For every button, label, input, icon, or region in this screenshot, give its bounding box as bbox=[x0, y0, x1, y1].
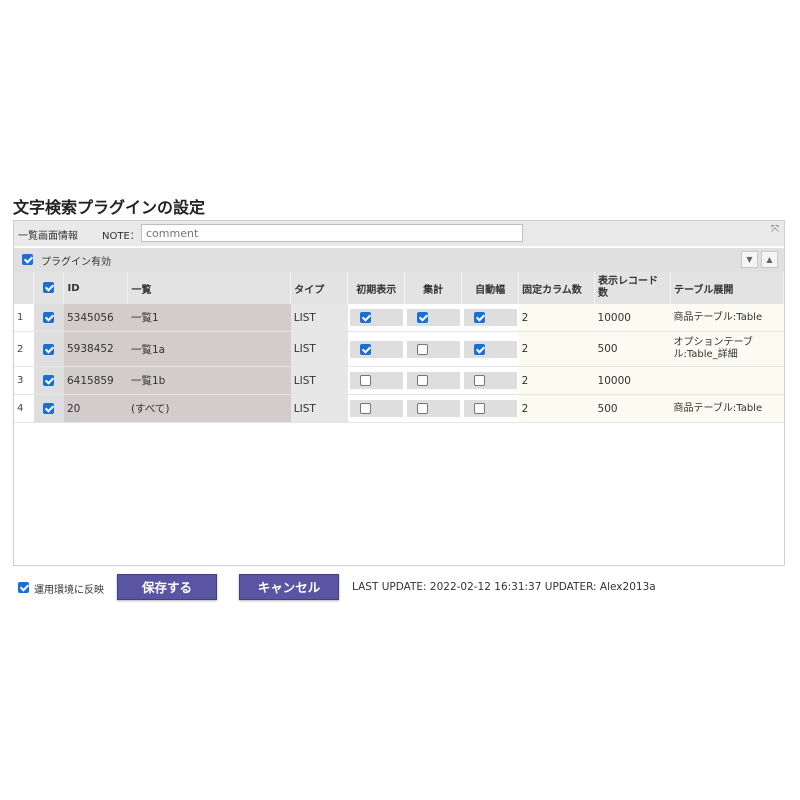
row-select-cell bbox=[33, 331, 64, 367]
cancel-button[interactable]: キャンセル bbox=[239, 574, 339, 600]
aggregate-checkbox[interactable] bbox=[416, 312, 428, 323]
initial-display-cell bbox=[347, 394, 405, 423]
footer-bar: 運用環境に反映 保存する キャンセル LAST UPDATE: 2022-02-… bbox=[0, 572, 800, 602]
row-select-cell bbox=[33, 366, 64, 395]
auto-width-cell bbox=[461, 366, 519, 395]
auto-width-checkbox[interactable] bbox=[473, 312, 485, 323]
expand-icon[interactable]: ⤧ bbox=[771, 224, 779, 235]
page-title: 文字検索プラグインの設定 bbox=[13, 198, 206, 217]
row-list-name: (すべて) bbox=[127, 394, 291, 423]
initial-display-checkbox[interactable] bbox=[359, 403, 371, 414]
row-type: LIST bbox=[290, 304, 348, 332]
fixed-columns-value[interactable]: 2 bbox=[518, 366, 595, 395]
row-select-cell bbox=[33, 304, 64, 332]
aggregate-cell bbox=[404, 304, 462, 332]
note-label: NOTE： bbox=[102, 231, 140, 242]
row-id: 6415859 bbox=[63, 366, 128, 395]
note-bar: 一覧画面情報 NOTE： ⤧ bbox=[14, 221, 784, 246]
row-type: LIST bbox=[290, 331, 348, 367]
row-list-name: 一覧1a bbox=[127, 331, 291, 367]
settings-panel: 一覧画面情報 NOTE： ⤧ プラグイン有効 ▼ ▲ ID 一覧 タイプ 初期表… bbox=[13, 220, 785, 566]
row-id: 20 bbox=[63, 394, 128, 423]
plugin-enabled-label: プラグイン有効 bbox=[41, 257, 111, 268]
table-expand-value[interactable] bbox=[670, 366, 784, 395]
initial-display-checkbox[interactable] bbox=[359, 375, 371, 386]
row-select-checkbox[interactable] bbox=[43, 312, 55, 323]
header-record-count: 表示レコード数 bbox=[594, 272, 671, 304]
select-all-checkbox[interactable] bbox=[43, 282, 55, 294]
arrow-down-icon[interactable]: ▼ bbox=[741, 251, 758, 268]
initial-display-checkbox[interactable] bbox=[359, 343, 371, 355]
auto-width-checkbox[interactable] bbox=[473, 343, 485, 355]
table-row[interactable]: 4 20 (すべて) LIST 2 500 商品テーブル:Table bbox=[14, 394, 784, 423]
last-update-status: LAST UPDATE: 2022-02-12 16:31:37 UPDATER… bbox=[352, 581, 656, 593]
aggregate-cell bbox=[404, 394, 462, 423]
initial-display-cell bbox=[347, 331, 405, 367]
table-row[interactable]: 1 5345056 一覧1 LIST 2 10000 商品テーブル:Table bbox=[14, 304, 784, 332]
row-list-name: 一覧1 bbox=[127, 304, 291, 332]
header-list: 一覧 bbox=[127, 272, 292, 304]
row-type: LIST bbox=[290, 394, 348, 423]
auto-width-checkbox[interactable] bbox=[473, 403, 485, 414]
record-count-value[interactable]: 10000 bbox=[594, 366, 671, 395]
table-expand-value[interactable]: オプションテーブル:Table_詳細 bbox=[670, 331, 784, 367]
fixed-columns-value[interactable]: 2 bbox=[518, 394, 595, 423]
table-row[interactable]: 2 5938452 一覧1a LIST 2 500 オプションテーブル:Tabl… bbox=[14, 331, 784, 367]
record-count-value[interactable]: 500 bbox=[594, 394, 671, 423]
header-rownum bbox=[14, 272, 35, 304]
row-type: LIST bbox=[290, 366, 348, 395]
header-select bbox=[33, 272, 65, 304]
row-number: 1 bbox=[14, 304, 34, 332]
aggregate-checkbox[interactable] bbox=[416, 343, 428, 355]
table-header-row: ID 一覧 タイプ 初期表示 集計 自動幅 固定カラム数 表示レコード数 テーブ… bbox=[14, 272, 785, 304]
auto-width-cell bbox=[461, 304, 519, 332]
row-id: 5345056 bbox=[63, 304, 128, 332]
fixed-columns-value[interactable]: 2 bbox=[518, 331, 595, 367]
record-count-value[interactable]: 10000 bbox=[594, 304, 671, 332]
auto-width-cell bbox=[461, 394, 519, 423]
header-fixed-columns: 固定カラム数 bbox=[518, 272, 596, 304]
aggregate-checkbox[interactable] bbox=[416, 403, 428, 414]
initial-display-cell bbox=[347, 304, 405, 332]
header-auto-width: 自動幅 bbox=[461, 272, 520, 304]
reflect-production-checkbox[interactable] bbox=[18, 582, 29, 593]
header-type: タイプ bbox=[290, 272, 349, 304]
arrow-up-icon[interactable]: ▲ bbox=[761, 251, 778, 268]
reflect-production-label: 運用環境に反映 bbox=[34, 585, 104, 596]
row-select-checkbox[interactable] bbox=[43, 375, 55, 386]
table-expand-value[interactable]: 商品テーブル:Table bbox=[670, 304, 784, 332]
row-select-checkbox[interactable] bbox=[43, 343, 55, 355]
header-aggregate: 集計 bbox=[404, 272, 463, 304]
aggregate-cell bbox=[404, 366, 462, 395]
plugin-enabled-checkbox[interactable] bbox=[22, 254, 33, 265]
list-table: ID 一覧 タイプ 初期表示 集計 自動幅 固定カラム数 表示レコード数 テーブ… bbox=[14, 272, 785, 423]
row-number: 3 bbox=[14, 366, 34, 395]
row-list-name: 一覧1b bbox=[127, 366, 291, 395]
header-table-expand: テーブル展開 bbox=[670, 272, 785, 304]
record-count-value[interactable]: 500 bbox=[594, 331, 671, 367]
header-initial-display: 初期表示 bbox=[347, 272, 406, 304]
table-row[interactable]: 3 6415859 一覧1b LIST 2 10000 bbox=[14, 366, 784, 395]
save-button[interactable]: 保存する bbox=[117, 574, 217, 600]
auto-width-checkbox[interactable] bbox=[473, 375, 485, 386]
table-expand-value[interactable]: 商品テーブル:Table bbox=[670, 394, 784, 423]
note-input[interactable] bbox=[141, 224, 523, 242]
auto-width-cell bbox=[461, 331, 519, 367]
row-id: 5938452 bbox=[63, 331, 128, 367]
fixed-columns-value[interactable]: 2 bbox=[518, 304, 595, 332]
plugin-bar: プラグイン有効 ▼ ▲ bbox=[14, 248, 784, 272]
initial-display-cell bbox=[347, 366, 405, 395]
initial-display-checkbox[interactable] bbox=[359, 312, 371, 323]
row-number: 2 bbox=[14, 331, 34, 367]
row-number: 4 bbox=[14, 394, 34, 423]
row-select-checkbox[interactable] bbox=[43, 403, 55, 414]
aggregate-cell bbox=[404, 331, 462, 367]
header-id: ID bbox=[63, 272, 129, 304]
aggregate-checkbox[interactable] bbox=[416, 375, 428, 386]
section-label: 一覧画面情報 bbox=[18, 231, 78, 242]
row-select-cell bbox=[33, 394, 64, 423]
